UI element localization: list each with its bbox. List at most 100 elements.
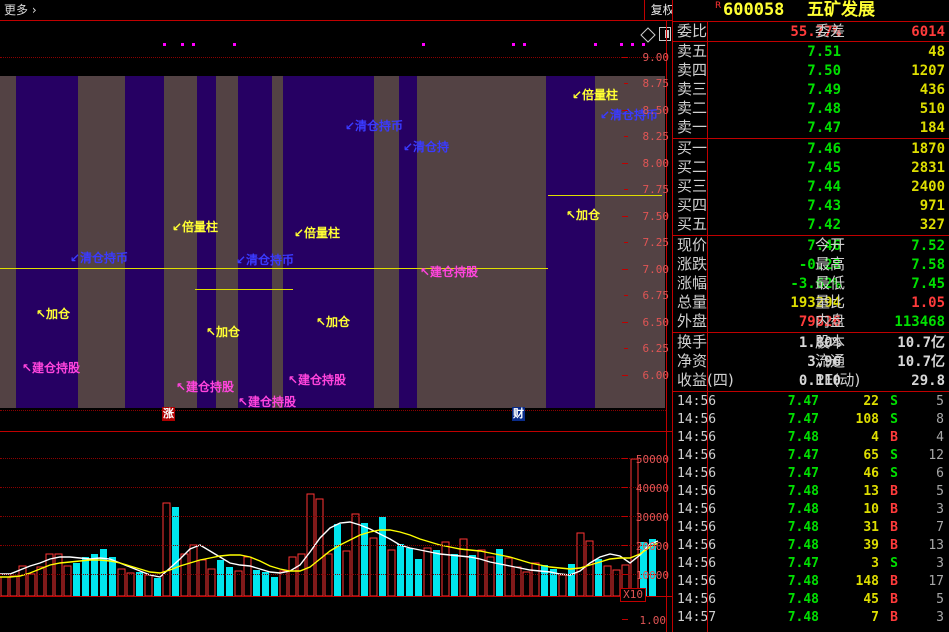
annotation-beiliangzhu: ↙倍量柱 (294, 226, 341, 240)
tick-count: 12 (928, 448, 944, 463)
volume-tick: 20000 (635, 540, 669, 553)
chart-area[interactable]: ↙清仓持币 ↙倍量柱 ↙倍量柱 ↙清仓持币 ↙清仓持 ↙清仓持币 ↙清仓持币 ↙… (0, 21, 672, 632)
price-tick: 8.00 (642, 157, 670, 170)
fundamental-value-2: 29.8 (911, 373, 945, 389)
tick-row[interactable]: 14:56 7.48 39 B 13 (673, 538, 949, 554)
volume-plot[interactable] (0, 453, 668, 596)
tick-side: B (890, 520, 898, 535)
tick-count: 17 (928, 574, 944, 589)
tick-volume: 108 (855, 412, 879, 427)
annotation-qingcang: ↙清仓持币 (70, 251, 129, 265)
ask-price: 7.49 (807, 82, 841, 98)
ask-label: 卖四 (677, 61, 708, 79)
tick-row[interactable]: 14:56 7.47 3 S 3 (673, 556, 949, 572)
bid-volume: 2400 (911, 179, 945, 195)
tick-row[interactable]: 14:56 7.48 31 B 7 (673, 520, 949, 536)
tick-side: S (890, 448, 898, 463)
annotation-jiacang: ↖加仓 (316, 315, 351, 329)
tick-row[interactable]: 14:56 7.48 148 B 17 (673, 574, 949, 590)
tick-count: 6 (936, 466, 944, 481)
fundamental-row-netasset: 净资 3.96 流通 10.7亿 (673, 352, 949, 371)
tick-row[interactable]: 14:56 7.47 65 S 12 (673, 448, 949, 464)
annotation-jiancang: ↖建仓持股 (22, 361, 81, 375)
tick-row[interactable]: 14:56 7.47 108 S 8 (673, 412, 949, 428)
tick-row[interactable]: 14:56 7.48 10 B 3 (673, 502, 949, 518)
tick-price: 7.48 (787, 502, 819, 517)
price-tick: 6.50 (642, 316, 670, 329)
price-tick: 6.75 (642, 289, 670, 302)
bid-row-4[interactable]: 买四 7.43 971 (673, 196, 949, 215)
ask-label: 卖五 (677, 42, 708, 60)
volume-bars (0, 458, 656, 596)
grid-line (0, 487, 666, 488)
bid-row-2[interactable]: 买二 7.45 2831 (673, 158, 949, 177)
volume-tick: 30000 (635, 511, 669, 524)
bid-row-3[interactable]: 买三 7.44 2400 (673, 177, 949, 196)
order-ratio-row: 委比 55.77% 委差 6014 (673, 22, 949, 41)
ask-row-5[interactable]: 卖五 7.51 48 (673, 42, 949, 61)
bid-volume: 2831 (911, 160, 945, 176)
tick-price: 7.48 (787, 538, 819, 553)
tick-row[interactable]: 14:57 7.48 7 B 3 (673, 610, 949, 626)
fundamental-label: 换手 (677, 333, 708, 351)
tick-time: 14:56 (677, 520, 717, 535)
candlestick-plot[interactable]: ↙清仓持币 ↙倍量柱 ↙倍量柱 ↙清仓持币 ↙清仓持 ↙清仓持币 ↙清仓持币 ↙… (0, 76, 668, 408)
signal-strip (0, 21, 671, 76)
annotation-jiancang: ↖建仓持股 (288, 373, 347, 387)
bid-volume: 971 (919, 198, 945, 214)
tick-count: 5 (936, 394, 944, 409)
bid-row-5[interactable]: 买五 7.42 327 (673, 215, 949, 234)
tick-count: 7 (936, 520, 944, 535)
tick-row[interactable]: 14:56 7.47 22 S 5 (673, 394, 949, 410)
chart-band (417, 76, 546, 408)
annotation-jiancang: ↖建仓持股 (420, 265, 479, 279)
stat-row-price: 现价 7.46 今开 7.52 (673, 236, 949, 255)
tick-count: 8 (936, 412, 944, 427)
price-pane[interactable]: ↙清仓持币 ↙倍量柱 ↙倍量柱 ↙清仓持币 ↙清仓持 ↙清仓持币 ↙清仓持币 ↙… (0, 21, 672, 433)
ask-row-4[interactable]: 卖四 7.50 1207 (673, 61, 949, 80)
tick-side: B (890, 430, 898, 445)
tick-volume: 22 (863, 394, 879, 409)
fundamental-label: 净资 (677, 352, 708, 370)
tick-volume: 4 (871, 430, 879, 445)
tick-price: 7.48 (787, 430, 819, 445)
ask-row-2[interactable]: 卖二 7.48 510 (673, 99, 949, 118)
price-tick: 8.50 (642, 104, 670, 117)
fundamental-row-eps: 收益(四) 0.110 PE(动) 29.8 (673, 371, 949, 390)
tick-row[interactable]: 14:56 7.48 13 B 5 (673, 484, 949, 500)
stat-label-2: 最低 (815, 274, 846, 292)
tick-row[interactable]: 14:56 7.48 4 B 4 (673, 430, 949, 446)
bid-row-1[interactable]: 买一 7.46 1870 (673, 139, 949, 158)
ask-price: 7.50 (807, 63, 841, 79)
volume-axis: 50000 40000 30000 20000 10000 (628, 433, 672, 632)
ask-price: 7.51 (807, 44, 841, 60)
bid-volume: 1870 (911, 141, 945, 157)
signal-dot (594, 43, 597, 46)
more-menu-button[interactable]: 更多 › (4, 2, 37, 18)
price-tick: 7.25 (642, 236, 670, 249)
ask-row-1[interactable]: 卖一 7.47 184 (673, 118, 949, 137)
annotation-jiacang: ↖加仓 (36, 307, 71, 321)
ask-row-3[interactable]: 卖三 7.49 436 (673, 80, 949, 99)
volume-pane[interactable]: 50000 40000 30000 20000 10000 X10 1.00 (0, 433, 672, 632)
stat-value-2: 113468 (894, 314, 945, 330)
order-diff-value: 6014 (911, 24, 945, 40)
stock-name: 五矿发展 (807, 0, 875, 20)
ask-label: 卖一 (677, 118, 708, 136)
tick-time: 14:56 (677, 412, 717, 427)
annotation-qingcang: ↙清仓持币 (345, 119, 404, 133)
tick-count: 3 (936, 610, 944, 625)
tick-time: 14:57 (677, 610, 717, 625)
price-tick: 6.25 (642, 342, 670, 355)
tick-row[interactable]: 14:56 7.47 46 S 6 (673, 466, 949, 482)
tick-time: 14:56 (677, 466, 717, 481)
tick-volume: 7 (871, 610, 879, 625)
tick-row[interactable]: 14:56 7.48 45 B 5 (673, 592, 949, 608)
tick-side: S (890, 394, 898, 409)
price-tick: 9.00 (642, 51, 670, 64)
tick-time: 14:56 (677, 538, 717, 553)
annotation-qingcang: ↙清仓持 (403, 140, 450, 154)
stat-label: 总量 (677, 293, 708, 311)
tick-count: 13 (928, 538, 944, 553)
tick-side: B (890, 484, 898, 499)
